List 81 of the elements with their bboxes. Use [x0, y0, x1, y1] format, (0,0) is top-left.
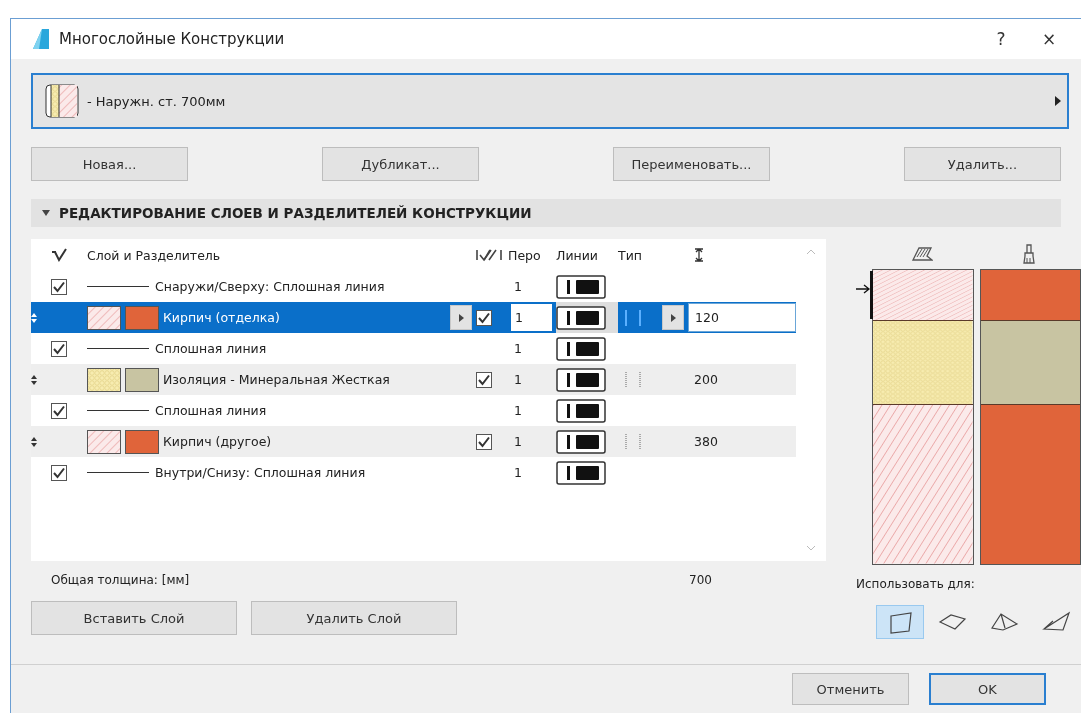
line-weight-icon — [556, 274, 606, 299]
help-button[interactable]: ? — [981, 29, 1021, 49]
action-button[interactable]: Переименовать... — [613, 147, 770, 181]
layer-row[interactable]: Кирпич (отделка) 1 120 — [31, 302, 796, 333]
caret-icon — [458, 313, 464, 322]
use-for-label: Использовать для: — [856, 577, 976, 591]
checkbox[interactable] — [51, 278, 67, 295]
layer-name: Кирпич (отделка) — [163, 310, 280, 325]
separator-line — [87, 348, 149, 349]
hatch-swatch — [87, 429, 121, 454]
separator-line — [87, 472, 149, 473]
arrow-button[interactable] — [450, 305, 472, 330]
checkbox[interactable] — [51, 464, 67, 481]
section-header[interactable]: РЕДАКТИРОВАНИЕ СЛОЕВ И РАЗДЕЛИТЕЛЕЙ КОНСТРУКЦИИ — [31, 199, 1061, 227]
visibility-header-icon — [476, 248, 502, 262]
line-weight-icon — [556, 460, 606, 485]
column-header: Линии — [556, 247, 598, 263]
drag-handle-icon[interactable] — [31, 435, 37, 448]
separator-label: Снаружи/Сверху: Сплошная линия — [155, 279, 385, 294]
hatch-swatch — [87, 367, 121, 392]
thickness-value: 200 — [694, 372, 718, 387]
separator-label: Сплошная линия — [155, 341, 267, 356]
layer-name: Изоляция - Минеральная Жесткая — [163, 372, 390, 387]
app-logo-icon — [31, 28, 51, 50]
close-button[interactable]: × — [1029, 29, 1069, 49]
dialog-button[interactable]: Отменить — [792, 673, 909, 705]
line-weight-icon — [556, 429, 606, 454]
window-title: Многослойные Конструкции — [59, 30, 286, 48]
checkbox[interactable] — [51, 340, 67, 357]
column-header: Тип — [618, 247, 642, 263]
separator-line — [87, 410, 149, 411]
hatch-swatch — [87, 305, 121, 330]
line-weight-icon — [556, 367, 606, 392]
action-button[interactable]: Удалить... — [904, 147, 1061, 181]
action-button[interactable]: Новая... — [31, 147, 188, 181]
layer-button[interactable]: Удалить Слой — [251, 601, 457, 635]
separator-label: Сплошная линия — [155, 403, 267, 418]
checkmark-icon — [51, 248, 67, 262]
line-weight-icon — [556, 398, 606, 423]
layer-row[interactable]: Изоляция - Минеральная Жесткая 1 200 — [31, 364, 796, 395]
thickness-value: 380 — [694, 434, 718, 449]
reference-line-marker — [856, 271, 874, 319]
hatch-icon — [910, 247, 933, 261]
layer-row[interactable]: Кирпич (другое) 1 380 — [31, 426, 796, 457]
caret-icon — [1055, 96, 1061, 106]
pen-field[interactable]: 1 — [508, 304, 552, 331]
pen-number: 1 — [514, 341, 522, 356]
pen-number: 1 — [514, 434, 522, 449]
checkbox[interactable] — [51, 402, 67, 419]
separator-line — [87, 286, 149, 287]
total-value: 700 — [689, 573, 712, 587]
pen-number: 1 — [514, 465, 522, 480]
line-weight-icon — [556, 305, 606, 330]
arrow-button[interactable] — [662, 305, 684, 330]
pen-number: 1 — [514, 279, 522, 294]
checkbox[interactable] — [476, 309, 492, 326]
brush-icon — [1022, 244, 1037, 264]
column-header: Слой и Разделитель — [87, 247, 221, 263]
separator-label: Внутри/Снизу: Сплошная линия — [155, 465, 366, 480]
layer-button[interactable]: Вставить Слой — [31, 601, 237, 635]
composite-icon — [45, 84, 79, 118]
dialog-button[interactable]: OK — [929, 673, 1046, 705]
pen-number: 1 — [514, 403, 522, 418]
checkbox[interactable] — [476, 371, 492, 388]
thickness-field[interactable]: 120 — [688, 303, 796, 332]
action-button[interactable]: Дубликат... — [322, 147, 479, 181]
shell-icon — [1041, 610, 1071, 634]
column-header: Перо — [508, 247, 541, 263]
checkbox[interactable] — [476, 433, 492, 450]
line-weight-icon — [556, 336, 606, 361]
total-label: Общая толщина: [мм] — [51, 573, 191, 587]
drag-handle-icon[interactable] — [31, 311, 37, 324]
thickness-icon — [694, 248, 704, 262]
composite-selector[interactable]: - Наружн. ст. 700мм — [31, 73, 1069, 129]
element-type-option[interactable] — [876, 605, 924, 639]
caret-icon — [670, 313, 676, 322]
section-title: РЕДАКТИРОВАНИЕ СЛОЕВ И РАЗДЕЛИТЕЛЕЙ КОНСТРУКЦИИ — [59, 205, 532, 221]
pen-number: 1 — [514, 372, 522, 387]
drag-handle-icon[interactable] — [31, 373, 37, 386]
layer-name: Кирпич (другое) — [163, 434, 272, 449]
composite-name: - Наружн. ст. 700мм — [87, 93, 227, 109]
